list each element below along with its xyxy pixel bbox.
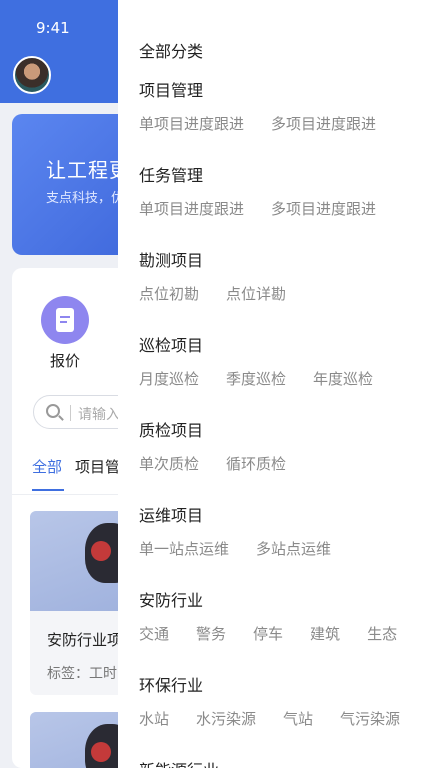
category-option[interactable]: 单一站点运维 [139,538,229,560]
category-option[interactable]: 气站 [283,708,313,730]
category-option[interactable]: 水污染源 [196,708,256,730]
category-group-title: 任务管理 [139,166,204,185]
tab-all[interactable]: 全部 [32,456,62,477]
category-group-title: 勘测项目 [139,251,204,270]
quote-label[interactable]: 报价 [50,350,80,371]
category-group-title: 项目管理 [139,81,204,100]
quote-icon[interactable] [41,296,89,344]
category-options: 月度巡检 季度巡检 年度巡检 [139,368,432,390]
item-tags: 标签：工时 [47,666,117,682]
category-group: 巡检项目月度巡检 季度巡检 年度巡检 [139,335,432,390]
category-option[interactable]: 点位初勘 [139,283,199,305]
category-group-title: 安防行业 [139,591,204,610]
search-icon [46,404,60,418]
category-option[interactable]: 循环质检 [226,453,286,475]
category-group: 环保行业水站 水污染源 气站 气污染源 [139,675,432,730]
category-group: 安防行业交通 警务 停车 建筑 生态 [139,590,432,645]
category-group-title: 巡检项目 [139,336,204,355]
category-options: 水站 水污染源 气站 气污染源 [139,708,432,730]
category-option[interactable]: 水站 [139,708,169,730]
category-group-title: 环保行业 [139,676,204,695]
category-option[interactable]: 单次质检 [139,453,199,475]
drawer-title: 全部分类 [139,42,204,61]
category-option[interactable]: 单项目进度跟进 [139,113,244,135]
category-option[interactable]: 多站点运维 [256,538,331,560]
category-group: 质检项目单次质检 循环质检 [139,420,432,475]
tab-active-indicator [32,489,64,491]
category-group: 运维项目单一站点运维 多站点运维 [139,505,432,560]
category-option[interactable]: 警务 [196,623,226,645]
category-group-title: 运维项目 [139,506,204,525]
category-option[interactable]: 单项目进度跟进 [139,198,244,220]
category-group: 任务管理单项目进度跟进 多项目进度跟进 [139,165,432,220]
category-option[interactable]: 年度巡检 [313,368,373,390]
category-options: 交通 警务 停车 建筑 生态 [139,623,432,645]
category-drawer: 全部分类 项目管理 单项目进度跟进 多项目进度跟进 任务管理 单项目进度跟进 多项目进度跟… [118,0,432,768]
category-group-title: 质检项目 [139,421,204,440]
status-time: 9:41 [36,19,70,37]
category-group: 新能源行业 [139,760,432,768]
tab-project[interactable]: 项目管 [75,456,120,477]
category-options: 点位初勘 点位详勘 [139,283,432,305]
search-placeholder: 请输入 [78,407,120,423]
category-option[interactable]: 建筑 [310,623,340,645]
banner-subtitle: 支点科技，优 [46,191,125,206]
item-title: 安防行业项 [47,631,123,649]
category-options: 单次质检 循环质检 [139,453,432,475]
category-group: 勘测项目点位初勘 点位详勘 [139,250,432,305]
category-option[interactable]: 点位详勘 [226,283,286,305]
category-options: 单项目进度跟进 多项目进度跟进 [139,198,432,220]
category-option[interactable]: 交通 [139,623,169,645]
category-options: 单一站点运维 多站点运维 [139,538,432,560]
category-option[interactable]: 多项目进度跟进 [271,113,376,135]
category-group-title: 新能源行业 [139,760,432,768]
category-option[interactable]: 季度巡检 [226,368,286,390]
category-option[interactable]: 气污染源 [340,708,400,730]
category-option[interactable]: 月度巡检 [139,368,199,390]
category-option[interactable]: 生态 [367,623,397,645]
category-option[interactable]: 多项目进度跟进 [271,198,376,220]
category-options: 单项目进度跟进 多项目进度跟进 [139,113,432,135]
avatar[interactable] [13,56,51,94]
category-group: 项目管理单项目进度跟进 多项目进度跟进 [139,80,432,135]
search-divider [70,405,71,421]
category-option[interactable]: 停车 [253,623,283,645]
